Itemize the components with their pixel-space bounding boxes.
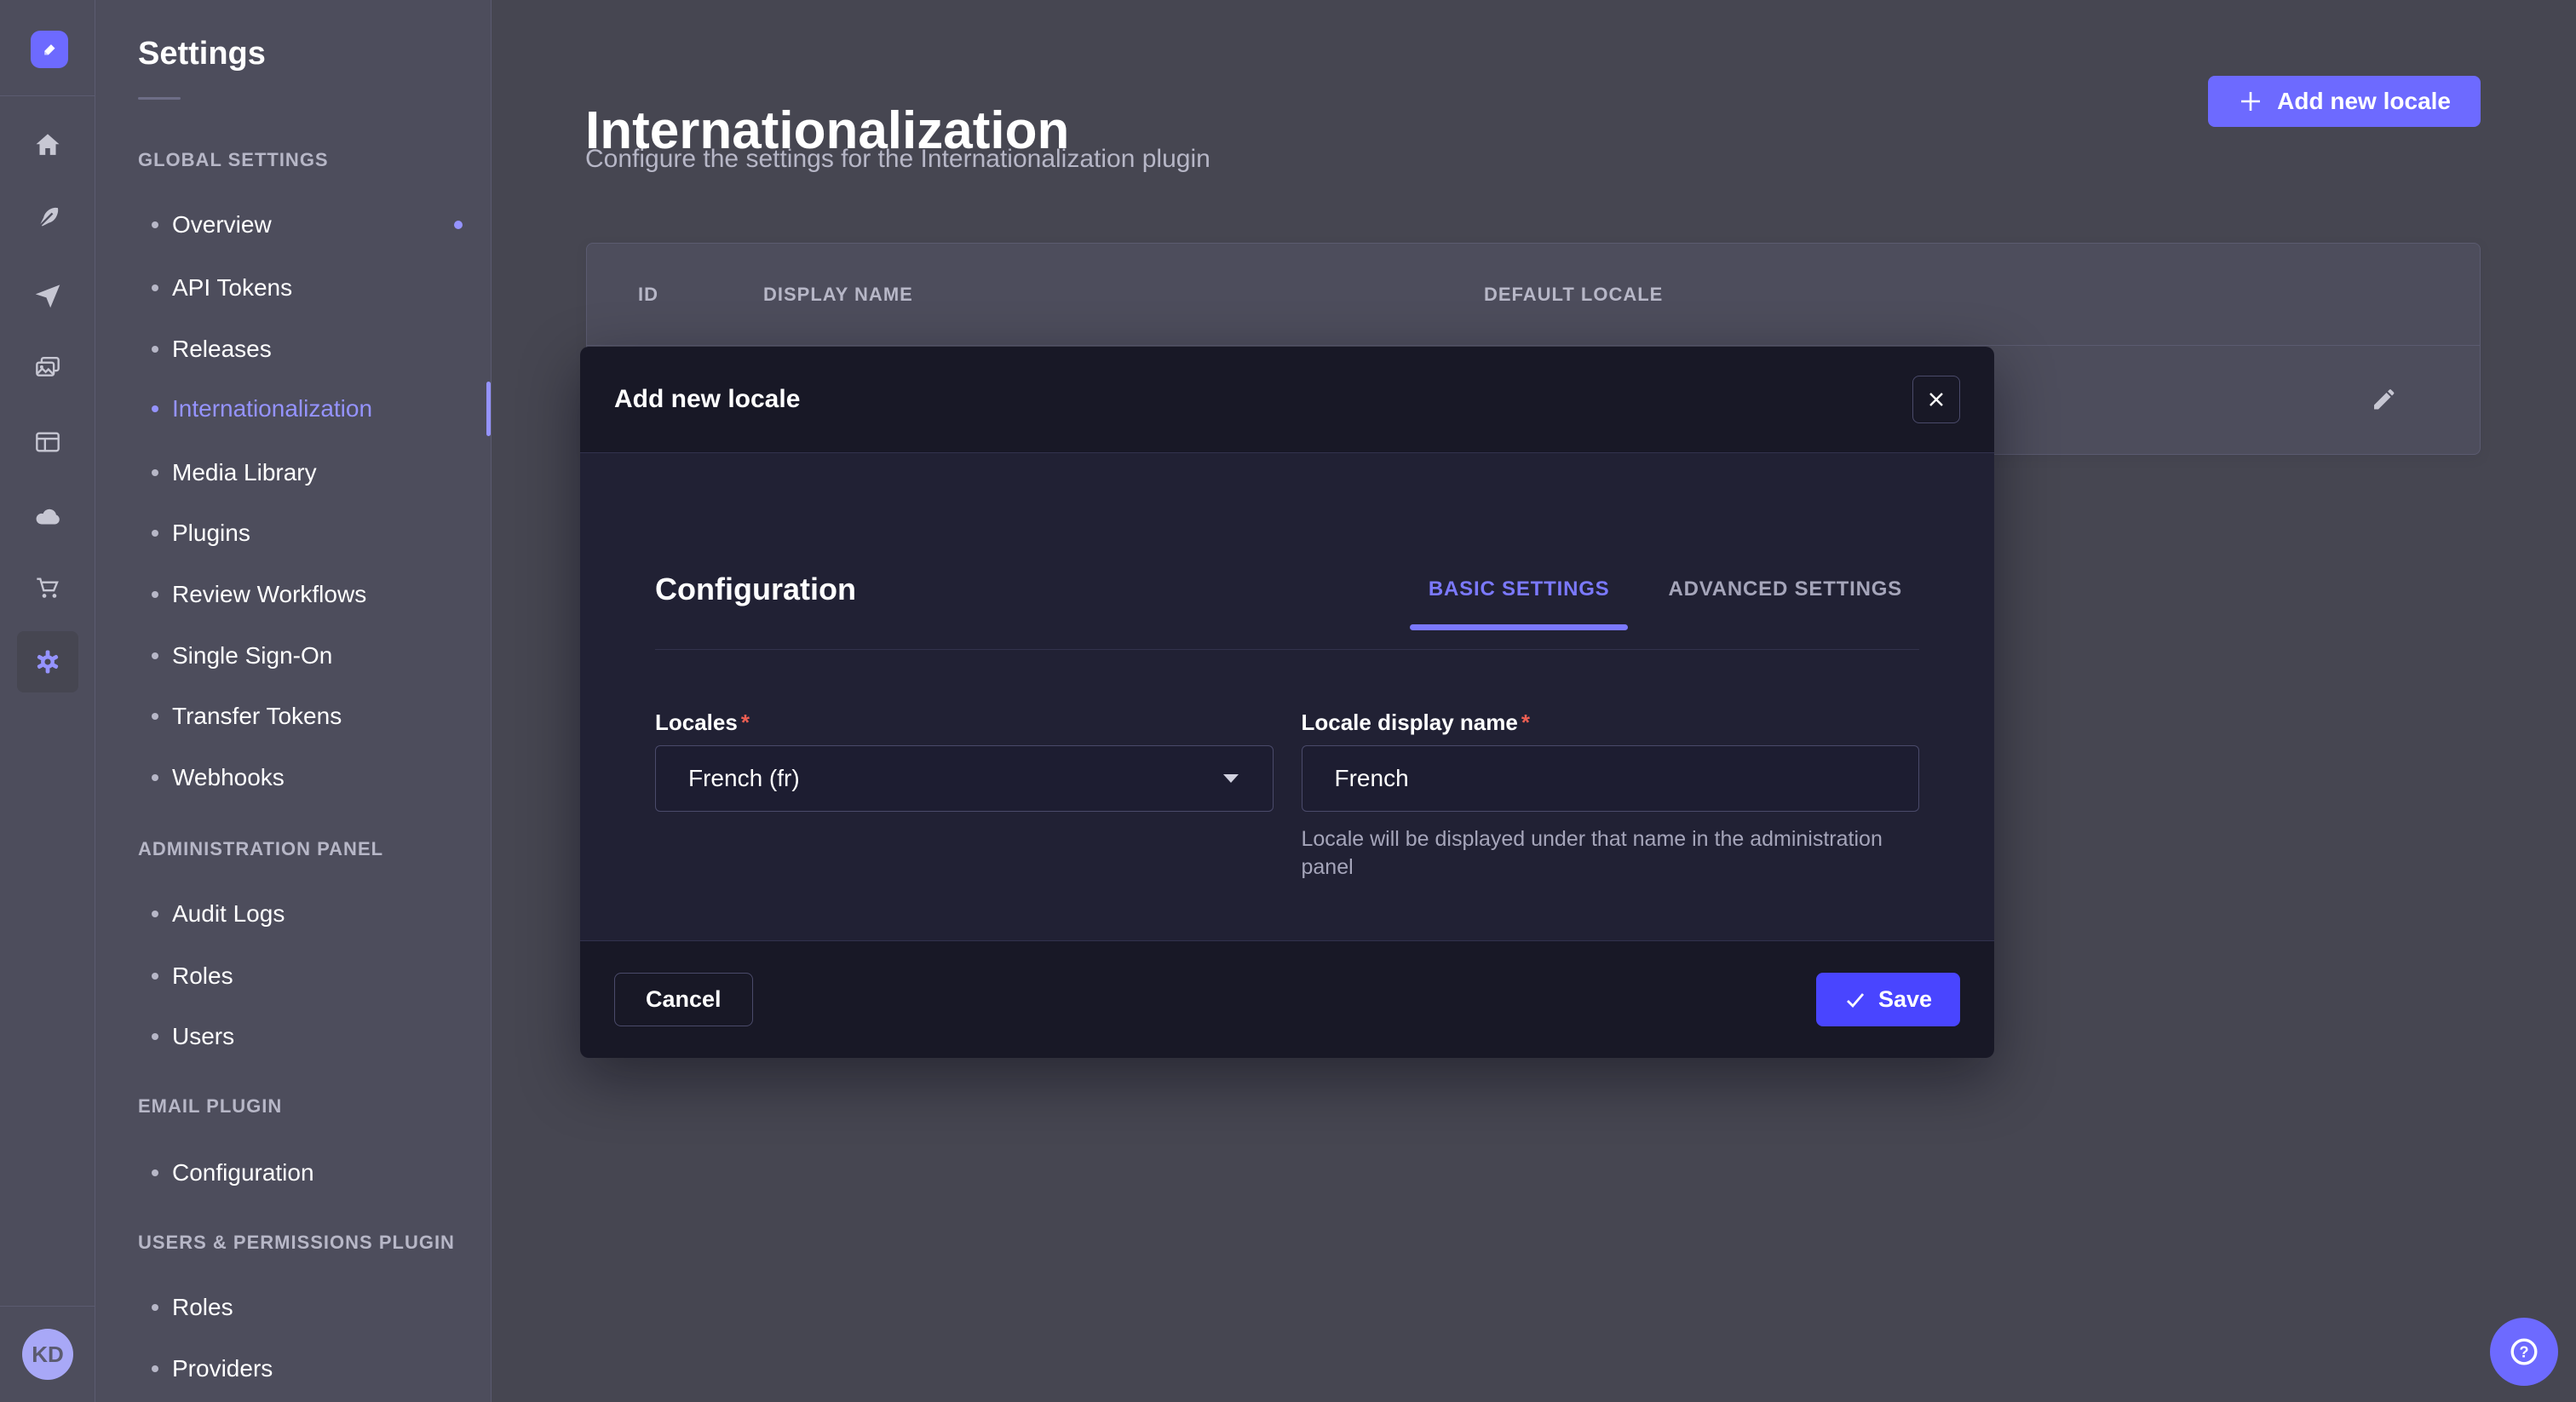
tab-basic-settings[interactable]: BASIC SETTINGS xyxy=(1429,579,1610,600)
modal-footer: Cancel Save xyxy=(580,940,1994,1058)
locales-select-value: French (fr) xyxy=(688,765,800,792)
locales-label: Locales xyxy=(655,710,738,735)
cancel-button[interactable]: Cancel xyxy=(614,973,753,1026)
close-icon xyxy=(1926,389,1946,410)
form-fields: Locales* French (fr) Locale display name… xyxy=(655,710,1919,882)
modal-title: Add new locale xyxy=(614,385,800,414)
required-asterisk: * xyxy=(1521,710,1530,735)
modal-body: Configuration BASIC SETTINGS ADVANCED SE… xyxy=(580,453,1994,940)
display-name-label: Locale display name xyxy=(1302,710,1518,735)
save-button[interactable]: Save xyxy=(1816,973,1960,1026)
display-name-input[interactable] xyxy=(1302,745,1920,812)
configuration-title: Configuration xyxy=(655,571,856,608)
add-new-locale-modal: Add new locale Configuration BASIC SETTI… xyxy=(580,347,1994,1058)
tab-advanced-settings[interactable]: ADVANCED SETTINGS xyxy=(1668,579,1902,600)
display-name-field: Locale display name* Locale will be disp… xyxy=(1302,710,1920,882)
configuration-header: Configuration BASIC SETTINGS ADVANCED SE… xyxy=(655,453,1919,650)
close-button[interactable] xyxy=(1912,376,1960,423)
chevron-down-icon xyxy=(1222,773,1240,784)
modal-header: Add new locale xyxy=(580,347,1994,453)
check-icon xyxy=(1844,989,1866,1011)
display-name-hint: Locale will be displayed under that name… xyxy=(1302,825,1898,882)
locales-field: Locales* French (fr) xyxy=(655,710,1274,882)
settings-tabs: BASIC SETTINGS ADVANCED SETTINGS xyxy=(1429,579,1902,600)
locales-select[interactable]: French (fr) xyxy=(655,745,1274,812)
required-asterisk: * xyxy=(741,710,750,735)
strapi-admin-app: KD Settings GLOBAL SETTINGS Overview API… xyxy=(0,0,2576,1402)
